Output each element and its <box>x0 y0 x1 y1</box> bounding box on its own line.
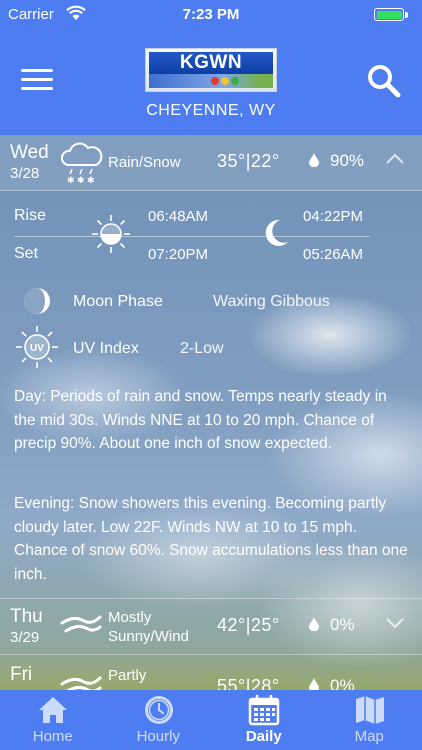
logo-text: KGWN <box>149 52 273 74</box>
uv-index-label: UV Index <box>73 340 139 357</box>
day-date: 3/28 <box>10 165 40 182</box>
condition-line2: Sunny/Wind <box>108 628 189 645</box>
moon-phase-value: Waxing Gibbous <box>213 293 330 310</box>
station-logo: KGWN <box>145 48 277 92</box>
search-icon[interactable] <box>366 63 402 99</box>
day-label: Day <box>14 388 42 405</box>
divider <box>14 236 370 237</box>
evening-forecast-text: Evening: Snow showers this evening. Beco… <box>14 492 408 586</box>
tab-label: Daily <box>245 728 282 745</box>
chevron-up-icon[interactable] <box>385 153 405 165</box>
rain-snow-icon: ✱ ✱ ✱ <box>60 142 103 185</box>
battery-icon <box>374 8 404 21</box>
precip-value: 0% <box>330 615 355 634</box>
battery-tip <box>405 12 408 18</box>
clock-icon <box>144 696 173 724</box>
set-label: Set <box>14 245 39 262</box>
svg-text:✱: ✱ <box>77 176 85 185</box>
uv-badge: UV <box>30 343 44 354</box>
day-details: Rise Set 06:48AM 07:20PM 04:22PM 05:26AM… <box>0 190 422 598</box>
condition-line1: Mostly <box>108 609 152 626</box>
condition-line1: Partly <box>108 667 147 684</box>
map-icon <box>355 696 384 724</box>
uv-index-value: 2-Low <box>180 340 224 357</box>
day-name: Thu <box>10 606 43 627</box>
day-forecast-text: Day: Periods of rain and snow. Temps nea… <box>14 385 408 456</box>
sunset-time: 07:20PM <box>148 246 209 263</box>
logo-banner <box>149 74 273 88</box>
moon-phase-icon <box>24 288 50 314</box>
status-time: 7:23 PM <box>182 6 240 23</box>
moon-icon <box>265 219 288 246</box>
day-description: : Periods of rain and snow. Temps nearly… <box>14 388 387 452</box>
evening-description: : Snow showers this evening. Becoming pa… <box>14 495 408 583</box>
home-icon <box>39 697 67 723</box>
moonrise-time: 04:22PM <box>303 208 364 225</box>
day-date: 3/29 <box>10 629 40 646</box>
svg-text:✱: ✱ <box>67 176 75 185</box>
rise-label: Rise <box>14 207 47 224</box>
menu-button[interactable] <box>21 69 53 95</box>
chevron-down-icon[interactable] <box>385 617 405 629</box>
moonset-time: 05:26AM <box>303 246 364 263</box>
temps-hi-lo: 42°|25° <box>217 615 280 635</box>
status-bar: Carrier 7:23 PM <box>0 0 422 30</box>
tab-label: Hourly <box>136 728 180 745</box>
tab-map[interactable]: Map <box>317 690 422 750</box>
svg-text:✱: ✱ <box>87 176 95 185</box>
temps-hi-lo: 35°|22° <box>217 151 280 171</box>
precip-drop-icon <box>309 153 319 167</box>
sunrise-time: 06:48AM <box>148 208 209 225</box>
wind-icon <box>60 615 102 633</box>
forecast-row-thu[interactable]: Thu 3/29 Mostly Sunny/Wind 42°|25° 0% <box>0 598 422 655</box>
city-label: CHEYENNE, WY <box>146 102 276 119</box>
tab-home[interactable]: Home <box>0 690 106 750</box>
day-name: Fri <box>10 664 33 685</box>
condition-text: Rain/Snow <box>108 154 181 171</box>
forecast-row-wed[interactable]: Wed 3/28 ✱ ✱ ✱ Rain/Snow 35°|22° 90% <box>0 135 422 191</box>
calendar-icon <box>248 695 280 726</box>
sun-icon <box>92 215 130 253</box>
app-header: KGWN CHEYENNE, WY <box>0 30 422 135</box>
uv-index-icon: UV <box>16 326 58 368</box>
day-name: Wed <box>10 142 49 163</box>
tab-hourly[interactable]: Hourly <box>106 690 212 750</box>
precip-value: 90% <box>330 151 365 170</box>
tab-label: Home <box>32 728 73 745</box>
precip-drop-icon <box>309 617 319 631</box>
tab-daily[interactable]: Daily <box>211 690 317 750</box>
moon-phase-label: Moon Phase <box>73 293 163 310</box>
tab-label: Map <box>354 728 384 745</box>
evening-label: Evening <box>14 495 71 512</box>
tab-bar: Home Hourly Daily Map <box>0 690 422 750</box>
